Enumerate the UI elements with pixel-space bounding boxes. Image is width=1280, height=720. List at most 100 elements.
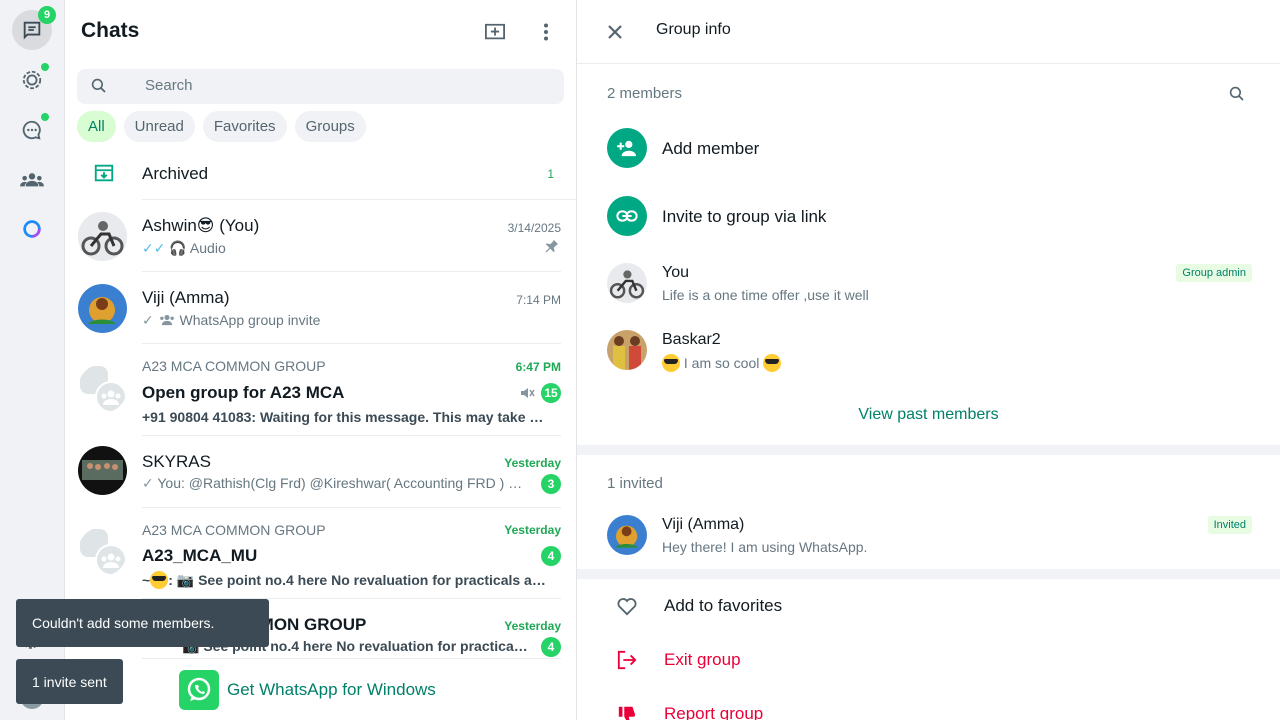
panel-title: Group info [656,21,731,38]
add-member-button[interactable]: Add member [607,128,1252,168]
meta-ai-icon [23,220,41,238]
status-nav-button[interactable] [12,60,52,100]
invite-link-label: Invite to group via link [662,207,827,226]
cool-emoji-icon [763,354,782,372]
add-to-favorites-button[interactable]: Add to favorites [615,594,782,618]
chats-title: Chats [81,19,140,42]
view-past-members-link[interactable]: View past members [577,406,1280,424]
new-chat-icon [485,23,505,40]
member-status: Life is a one time offer ,use it well [662,287,869,303]
chat-row[interactable]: Viji (Amma) 7:14 PM ✓ WhatsApp group inv… [65,272,576,344]
chat-time: 7:14 PM [516,293,561,307]
group-info-header: Group info [577,0,1280,64]
invited-name: Viji (Amma) [662,516,745,533]
close-icon[interactable] [603,20,627,44]
chats-nav-button[interactable]: 9 [12,6,56,50]
group-icon [159,314,174,326]
member-name: You [662,264,689,281]
photo-avatar-image [607,515,647,555]
communities-icon [20,173,44,187]
chat-preview: ~: 📷 See point no.4 here No revaluation … [142,571,551,589]
invited-count: 1 invited [607,475,663,492]
member-row[interactable]: Baskar2 I am so cool [607,330,1252,372]
get-whatsapp-link[interactable]: Get WhatsApp for Windows [179,670,436,710]
headphones-icon: 🎧 [169,240,187,256]
preview-text: +91 90804 41083: Waiting for this messag… [142,409,551,425]
filter-unread[interactable]: Unread [123,111,195,142]
chat-name: Ashwin😎 (You) [142,216,260,235]
invite-toast-text: 1 invite sent [32,673,107,690]
communities-nav-button[interactable] [12,160,52,200]
thumbs-down-icon [615,702,639,720]
status-dot [41,63,49,71]
heart-icon [615,594,639,618]
meta-ai-nav-button[interactable] [12,209,52,249]
group-photo-image [78,446,127,495]
link-icon [607,196,647,236]
search-members-icon[interactable] [1229,86,1245,102]
invite-link-button[interactable]: Invite to group via link [607,196,1252,236]
community-name: A23 MCA COMMON GROUP [142,358,326,374]
error-toast-text: Couldn't add some members. [32,615,215,631]
add-member-label: Add member [662,139,760,158]
report-group-button[interactable]: Report group [615,702,763,720]
avatar [78,527,127,576]
search-icon [91,78,106,93]
archived-row[interactable]: Archived 1 [65,150,576,198]
exit-icon [615,648,639,672]
add-to-favorites-label: Add to favorites [664,596,783,615]
section-divider [577,445,1280,455]
chat-row[interactable]: Ashwin😎 (You) 3/14/2025 ✓✓ 🎧 Audio [65,200,576,272]
avatar [78,446,127,495]
preview-text: You: @Rathish(Clg Frd) @Kireshwar( Accou… [157,475,523,491]
chat-row[interactable]: SKYRAS Yesterday ✓ You: @Rathish(Clg Frd… [65,436,576,508]
single-check-icon: ✓ [142,475,154,491]
exit-group-button[interactable]: Exit group [615,648,741,672]
invited-badge: Invited [1207,516,1252,534]
filter-favorites[interactable]: Favorites [202,111,287,142]
error-toast: Couldn't add some members. [16,599,269,647]
filter-all[interactable]: All [77,111,116,142]
section-divider [577,569,1280,579]
preview-sender: ~ [142,572,151,588]
archived-label: Archived [142,164,209,183]
avatar [78,212,127,261]
invited-avatar [607,515,647,555]
unread-count: 3 [541,474,561,494]
invited-status: Hey there! I am using WhatsApp. [662,539,868,555]
filter-chips: All Unread Favorites Groups [77,111,366,142]
search-input[interactable] [145,77,525,94]
pin-icon [545,239,559,253]
preview-text: WhatsApp group invite [179,312,321,328]
motorbike-image [607,263,647,303]
menu-button[interactable] [534,20,558,44]
chat-time: Yesterday [504,523,561,537]
member-avatar [607,330,647,370]
filter-groups[interactable]: Groups [294,111,366,142]
community-placeholder-icon [80,366,127,413]
double-check-icon: ✓✓ [142,240,166,256]
members-count: 2 members [607,85,683,102]
chat-row[interactable]: A23 MCA COMMON GROUP A23_MCA_MU Yesterda… [65,508,576,599]
community-name: A23 MCA COMMON GROUP [142,522,326,538]
archived-count: 1 [547,167,554,181]
member-status: I am so cool [662,354,782,372]
chat-row[interactable]: A23 MCA COMMON GROUP Open group for A23 … [65,344,576,436]
channels-icon [22,120,41,140]
archive-icon [94,164,114,182]
report-group-label: Report group [664,704,764,720]
cool-emoji-icon [150,571,169,589]
invited-row[interactable]: Viji (Amma) Hey there! I am using WhatsA… [607,515,1252,557]
whatsapp-logo-icon [179,670,219,710]
member-row[interactable]: You Life is a one time offer ,use it wel… [607,263,1252,305]
photo-avatar-image [78,284,127,333]
search-box[interactable] [77,69,564,104]
chats-icon [23,21,41,40]
channels-nav-button[interactable] [12,110,52,150]
status-icon [22,70,42,90]
unread-count: 4 [541,546,561,566]
new-chat-button[interactable] [483,20,507,44]
channels-dot [41,113,49,121]
unread-badge: 9 [38,6,56,24]
single-check-icon: ✓ [142,312,154,328]
